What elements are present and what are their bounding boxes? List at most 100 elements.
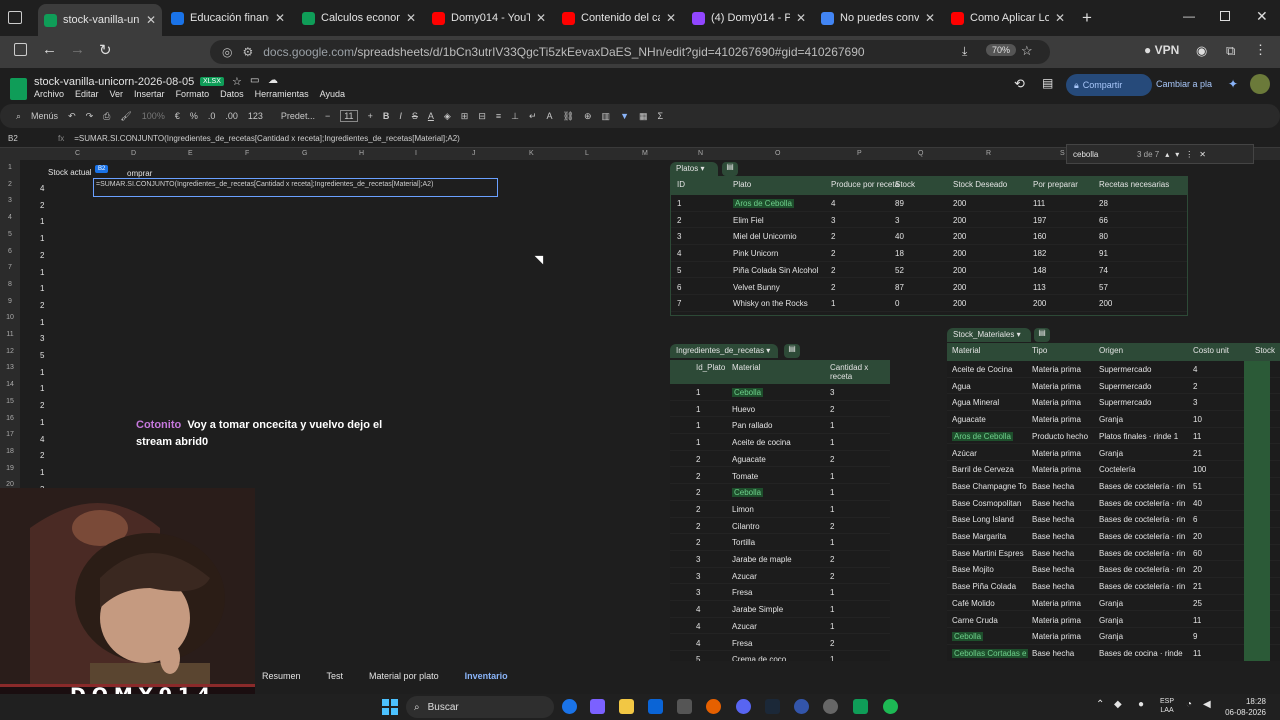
table-cell[interactable]: 2 bbox=[696, 522, 700, 531]
table-header-cell[interactable]: Recetas necesarias bbox=[1099, 180, 1169, 189]
fill-color-icon[interactable]: ◈ bbox=[444, 111, 451, 122]
table-cell[interactable]: 3 bbox=[677, 232, 681, 241]
table-cell[interactable]: Bases de coctelería · rin bbox=[1099, 565, 1185, 574]
table-cell[interactable]: Aros de Cebolla bbox=[952, 431, 1013, 441]
table-row[interactable]: 2 Elim Fiel 3 3 200 197 66 bbox=[671, 212, 1187, 229]
browser-tab[interactable]: (4) Domy014 - Prod ✕ bbox=[686, 5, 812, 31]
table-header-cell[interactable]: Produce por receta bbox=[831, 180, 899, 189]
table-cell[interactable]: Barril de Cerveza bbox=[952, 465, 1014, 474]
chart-icon[interactable]: ▥ bbox=[602, 111, 611, 122]
table-header-cell[interactable]: Stock bbox=[1255, 346, 1275, 355]
wrap-icon[interactable]: ↵ bbox=[529, 111, 537, 122]
table-cell[interactable]: 3 bbox=[696, 588, 700, 597]
table-header-cell[interactable]: Material bbox=[732, 363, 760, 372]
table-cell[interactable]: 200 bbox=[953, 266, 966, 275]
comment-icon[interactable]: ⊕ bbox=[584, 111, 592, 122]
functions-icon[interactable]: Σ bbox=[658, 111, 664, 121]
table-cell[interactable]: Jarabe Simple bbox=[732, 605, 783, 614]
table-cell[interactable]: 1 bbox=[696, 438, 700, 447]
table-row[interactable]: Base Mojito Base hecha Bases de coctelería… bbox=[947, 561, 1280, 579]
table-row[interactable]: 7 Whisky on the Rocks 1 0 200 200 200 bbox=[671, 295, 1187, 312]
column-header[interactable]: C bbox=[75, 150, 80, 157]
vpn-badge[interactable]: ● VPN bbox=[1144, 43, 1179, 57]
table-row[interactable]: 1 Pan rallado 1 bbox=[670, 417, 890, 435]
column-header[interactable]: P bbox=[857, 150, 862, 157]
table-row[interactable]: 2 Tortilla 1 bbox=[670, 534, 890, 551]
sheet-tab[interactable]: Inventario bbox=[465, 671, 508, 681]
table-cell[interactable]: Piña Colada Sin Alcohol bbox=[733, 266, 818, 275]
table-cell[interactable]: Base hecha bbox=[1032, 549, 1074, 558]
table-row[interactable]: 3 Fresa 1 bbox=[670, 584, 890, 602]
table-header-cell[interactable]: Plato bbox=[733, 180, 751, 189]
table-cell[interactable]: Materia prima bbox=[1032, 449, 1081, 458]
redo-icon[interactable]: ↷ bbox=[86, 111, 94, 122]
find-options-icon[interactable]: ⋮ bbox=[1185, 150, 1193, 159]
table-cell[interactable]: 57 bbox=[1099, 283, 1108, 292]
table-cell[interactable]: 2 bbox=[830, 639, 834, 648]
table-cell[interactable]: Tortilla bbox=[732, 538, 755, 547]
tray-chevron-icon[interactable]: ⌃ bbox=[1096, 699, 1104, 710]
stock-value-cell[interactable]: 1 bbox=[40, 284, 44, 293]
row-header[interactable]: 14 bbox=[0, 381, 20, 388]
table-cell[interactable]: 200 bbox=[953, 232, 966, 241]
back-icon[interactable]: ← bbox=[42, 41, 57, 58]
table-row[interactable]: Base Martini Espres Base hecha Bases de co… bbox=[947, 545, 1280, 562]
filter-views-icon[interactable]: ▦ bbox=[639, 111, 648, 122]
table-cell[interactable]: Materia prima bbox=[1032, 616, 1081, 625]
table-header-cell[interactable]: Stock Deseado bbox=[953, 180, 1007, 189]
table-row[interactable]: 1 Aceite de cocina 1 bbox=[670, 434, 890, 451]
close-window-icon[interactable]: ✕ bbox=[1256, 8, 1268, 25]
font-select[interactable]: Predet... bbox=[281, 111, 315, 121]
stock-value-cell[interactable]: 1 bbox=[40, 217, 44, 226]
copilot-icon[interactable] bbox=[590, 699, 605, 714]
platos-table[interactable]: ID Plato Produce por receta Stock Stock Dese… bbox=[670, 176, 1188, 316]
table-cell[interactable]: Granja bbox=[1099, 599, 1123, 608]
star-icon[interactable]: ☆ bbox=[232, 75, 242, 88]
table-cell[interactable]: Fresa bbox=[732, 588, 752, 597]
cell-editor[interactable]: =SUMAR.SI.CONJUNTO(Ingredientes_de_recet… bbox=[93, 178, 498, 197]
table-cell[interactable]: 2 bbox=[830, 572, 834, 581]
table-cell[interactable]: Cebolla bbox=[732, 388, 764, 397]
tab-close-icon[interactable]: ✕ bbox=[536, 11, 546, 25]
wifi-icon[interactable]: ◔ bbox=[1186, 699, 1192, 710]
table-cell[interactable]: Bases de cocina · rinde bbox=[1099, 649, 1183, 658]
table-cell[interactable]: 2 bbox=[830, 522, 834, 531]
row-header[interactable]: 16 bbox=[0, 415, 20, 422]
table-cell[interactable]: Jarabe de maple bbox=[732, 555, 792, 564]
table-cell[interactable]: 1 bbox=[696, 405, 700, 414]
tab-close-icon[interactable]: ✕ bbox=[666, 11, 676, 25]
table-cell[interactable]: Granja bbox=[1099, 449, 1123, 458]
text-color-icon[interactable]: A bbox=[428, 111, 434, 121]
table-cell[interactable]: 160 bbox=[1033, 232, 1046, 241]
table-cell[interactable]: 3 bbox=[831, 216, 835, 225]
table-row[interactable]: Aceite de Cocina Materia prima Supermercad… bbox=[947, 361, 1280, 378]
table-cell[interactable]: 2 bbox=[677, 216, 681, 225]
table-cell[interactable]: Elim Fiel bbox=[733, 216, 764, 225]
download-icon[interactable]: ⤓ bbox=[962, 44, 967, 59]
table-row[interactable]: Azúcar Materia prima Granja 21 bbox=[947, 445, 1280, 462]
table-row[interactable]: Agua Mineral Materia prima Supermercado 3 bbox=[947, 394, 1280, 412]
table-cell[interactable]: 51 bbox=[1193, 482, 1202, 491]
stock-value-cell[interactable]: 1 bbox=[40, 234, 44, 243]
table-cell[interactable]: 7 bbox=[677, 299, 681, 308]
gemini-icon[interactable]: ✦ bbox=[1228, 77, 1238, 91]
table-cell[interactable]: 2 bbox=[831, 249, 835, 258]
merge-icon[interactable]: ⊟ bbox=[478, 111, 486, 122]
row-header[interactable]: 11 bbox=[0, 331, 20, 338]
table-row[interactable]: Cebollas Cortadas e Base hecha Bases de co… bbox=[947, 645, 1280, 661]
bookmark-icon[interactable]: ☆ bbox=[1021, 43, 1033, 59]
table-cell[interactable]: 11 bbox=[1193, 432, 1201, 441]
find-close-icon[interactable]: ✕ bbox=[1199, 150, 1206, 159]
table-cell[interactable]: 4 bbox=[677, 249, 681, 258]
row-header[interactable]: 10 bbox=[0, 314, 20, 321]
table-cell[interactable]: 3 bbox=[1193, 398, 1197, 407]
volume-icon[interactable]: ◀ bbox=[1203, 699, 1211, 710]
site-info-icon[interactable]: ◎ bbox=[222, 45, 232, 59]
column-header[interactable]: I bbox=[415, 150, 417, 157]
menu-item[interactable]: Archivo bbox=[34, 89, 64, 99]
sheet-tab[interactable]: Material por plato bbox=[369, 671, 439, 681]
table-cell[interactable]: 87 bbox=[895, 283, 904, 292]
column-header[interactable]: D bbox=[131, 150, 136, 157]
table-cell[interactable]: 1 bbox=[830, 421, 834, 430]
history-icon[interactable]: ⟲ bbox=[1014, 76, 1025, 92]
